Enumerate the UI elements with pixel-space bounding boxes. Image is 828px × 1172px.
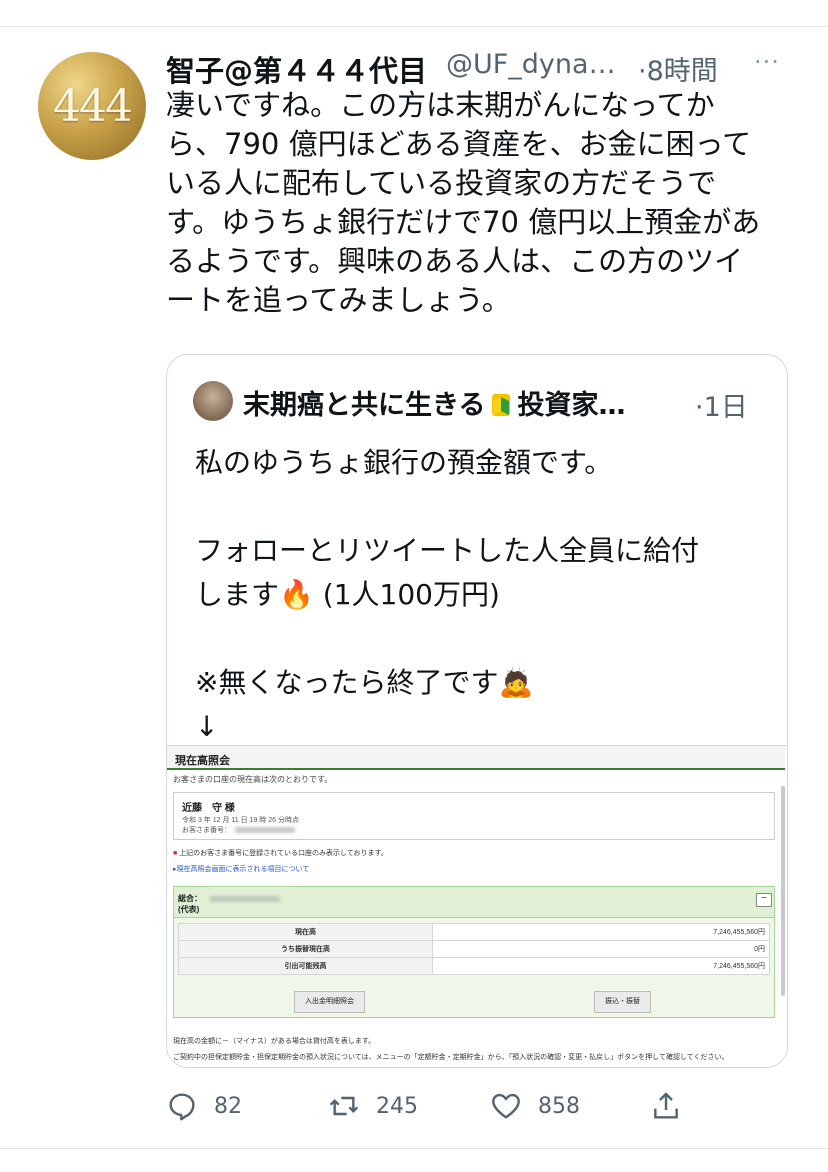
- bank-date-line: 令和 3 年 12 月 11 日 19 時 26 分時点: [182, 817, 299, 824]
- quoted-text-line: フォローとリツイートした人全員に給付: [195, 534, 700, 567]
- bank-scrollbar: [781, 786, 785, 996]
- quoted-tweet-text: 私のゆうちょ銀行の預金額です。 フォローとリツイートした人全員に給付 します🔥 …: [195, 441, 765, 749]
- beginner-badge-icon: [492, 394, 511, 416]
- tweet-text-line: いる人に配布している投資家の方だそうで: [166, 166, 717, 200]
- table-row-value: 7,246,455,560円: [432, 923, 770, 941]
- table-row: 引出可能残高 7,246,455,560円: [178, 957, 770, 975]
- like-icon: [492, 1093, 520, 1119]
- bank-screenshot-image[interactable]: 現在高照会 お客さまの口座の現在高は次のとおりです。 近藤 守 様 令和 3 年…: [167, 745, 787, 1067]
- retweet-count: 245: [376, 1093, 418, 1119]
- quoted-text-line: ↓: [195, 710, 219, 743]
- table-row-label: うち振替現在高: [178, 940, 433, 958]
- bank-note: ■ 上記のお客さま番号に登録されている口座のみ表示しております。: [173, 850, 388, 857]
- panel-label-representative: (代表): [178, 905, 200, 914]
- author-handle[interactable]: @UF_dyna…: [446, 49, 616, 80]
- tweet-text-line: 凄いですね。この方は末期がんになってか: [166, 88, 715, 122]
- tweet-actions: 82 245 858: [166, 1086, 786, 1126]
- tweet-text-line: す。ゆうちょ銀行だけで70 億円以上預金があ: [166, 205, 761, 239]
- collapse-icon: −: [756, 893, 772, 907]
- tweet-text: 凄いですね。この方は末期がんになってか ら、790 億円ほどある資産を、お金に困…: [166, 86, 786, 320]
- tweet-header: 智子@第４４４代目 @UF_dyna… ·8時間 ···: [166, 48, 806, 88]
- quoted-tweet-timestamp: ·1日: [695, 392, 748, 423]
- quoted-tweet[interactable]: 末期癌と共に生きる 投資家… ·1日 私のゆうちょ銀行の預金額です。 フォローとリ…: [166, 354, 788, 1068]
- quoted-text-line: [195, 485, 765, 529]
- bank-balance-panel: 総合： (代表) − 現在高 7,246,455,560円 うち振替現在高 0円 …: [173, 886, 775, 1018]
- reply-count: 82: [214, 1093, 242, 1119]
- quoted-text-line: 私のゆうちょ銀行の預金額です。: [195, 446, 613, 479]
- bank-description: お客さまの口座の現在高は次のとおりです。: [173, 775, 333, 784]
- quoted-author-name: 末期癌と共に生きる: [243, 390, 486, 421]
- bank-info-link: ▸現在高照会画面に表示される項目について: [173, 866, 310, 873]
- bank-account-line: お客さま番号：: [182, 825, 295, 835]
- table-row-label: 引出可能残高: [178, 957, 433, 975]
- bank-transfer-button: 振込・振替: [594, 991, 651, 1013]
- share-button[interactable]: [650, 1086, 682, 1126]
- author-avatar[interactable]: 444: [38, 52, 146, 160]
- table-row: 現在高 7,246,455,560円: [178, 923, 770, 941]
- blurred-account-number: [235, 827, 295, 834]
- bank-history-button: 入出金明細照会: [294, 991, 365, 1013]
- bank-customer-box: 近藤 守 様 令和 3 年 12 月 11 日 19 時 26 分時点 お客さま…: [173, 792, 775, 840]
- quoted-tweet-header: 末期癌と共に生きる 投資家…: [243, 383, 625, 422]
- bank-panel-header: 総合： (代表) −: [174, 887, 774, 918]
- reply-icon: [169, 1093, 195, 1121]
- like-button[interactable]: 858: [490, 1086, 580, 1126]
- blurred-account-id: [210, 896, 280, 902]
- panel-label-total: 総合：: [178, 894, 202, 903]
- bottom-divider: [0, 1148, 828, 1149]
- tweet-timestamp[interactable]: ·8時間: [638, 49, 718, 88]
- like-count: 858: [538, 1093, 580, 1119]
- table-row: うち振替現在高 0円: [178, 940, 770, 958]
- bank-title-bar: [167, 746, 785, 770]
- bank-footnote: ご契約中の担保定額貯金・担保定期貯金の預入状況については、メニューの「定額貯金・…: [173, 1054, 729, 1061]
- bank-footnote: 現在高の金額に－（マイナス）がある場合は貸付高を表します。: [173, 1038, 376, 1045]
- retweet-icon: [329, 1096, 359, 1116]
- table-row-value: 7,246,455,560円: [432, 957, 770, 975]
- bank-panel-label: 総合： (代表): [178, 893, 202, 915]
- bank-note-text: 上記のお客さま番号に登録されている口座のみ表示しております。: [179, 850, 388, 857]
- author-display-name[interactable]: 智子@第４４４代目: [166, 48, 427, 90]
- quoted-author-avatar: [193, 381, 233, 421]
- quoted-text-line: ※無くなったら終了です🙇: [195, 666, 534, 699]
- tweet-text-line: ートを追ってみましょう。: [166, 283, 511, 317]
- quoted-text-line: [195, 617, 765, 661]
- bank-balance-table: 現在高 7,246,455,560円 うち振替現在高 0円 引出可能残高 7,2…: [178, 923, 770, 975]
- bank-title: 現在高照会: [175, 755, 230, 767]
- share-icon: [654, 1092, 678, 1119]
- avatar-text: 444: [53, 80, 133, 132]
- tweet-text-line: るようです。興味のある人は、この方のツイ: [166, 244, 744, 278]
- bank-customer-name: 近藤 守 様: [182, 803, 235, 814]
- more-icon[interactable]: ···: [754, 48, 780, 76]
- tweet-text-line: ら、790 億円ほどある資産を、お金に困って: [166, 127, 752, 161]
- top-divider: [0, 26, 828, 27]
- quoted-text-line: します🔥 (1人100万円): [195, 578, 500, 611]
- table-row-label: 現在高: [178, 923, 433, 941]
- reply-button[interactable]: 82: [166, 1086, 242, 1126]
- quoted-author-name-suffix: 投資家…: [517, 390, 626, 421]
- table-row-value: 0円: [432, 940, 770, 958]
- bank-account-label: お客さま番号：: [182, 827, 231, 834]
- retweet-button[interactable]: 245: [328, 1086, 418, 1126]
